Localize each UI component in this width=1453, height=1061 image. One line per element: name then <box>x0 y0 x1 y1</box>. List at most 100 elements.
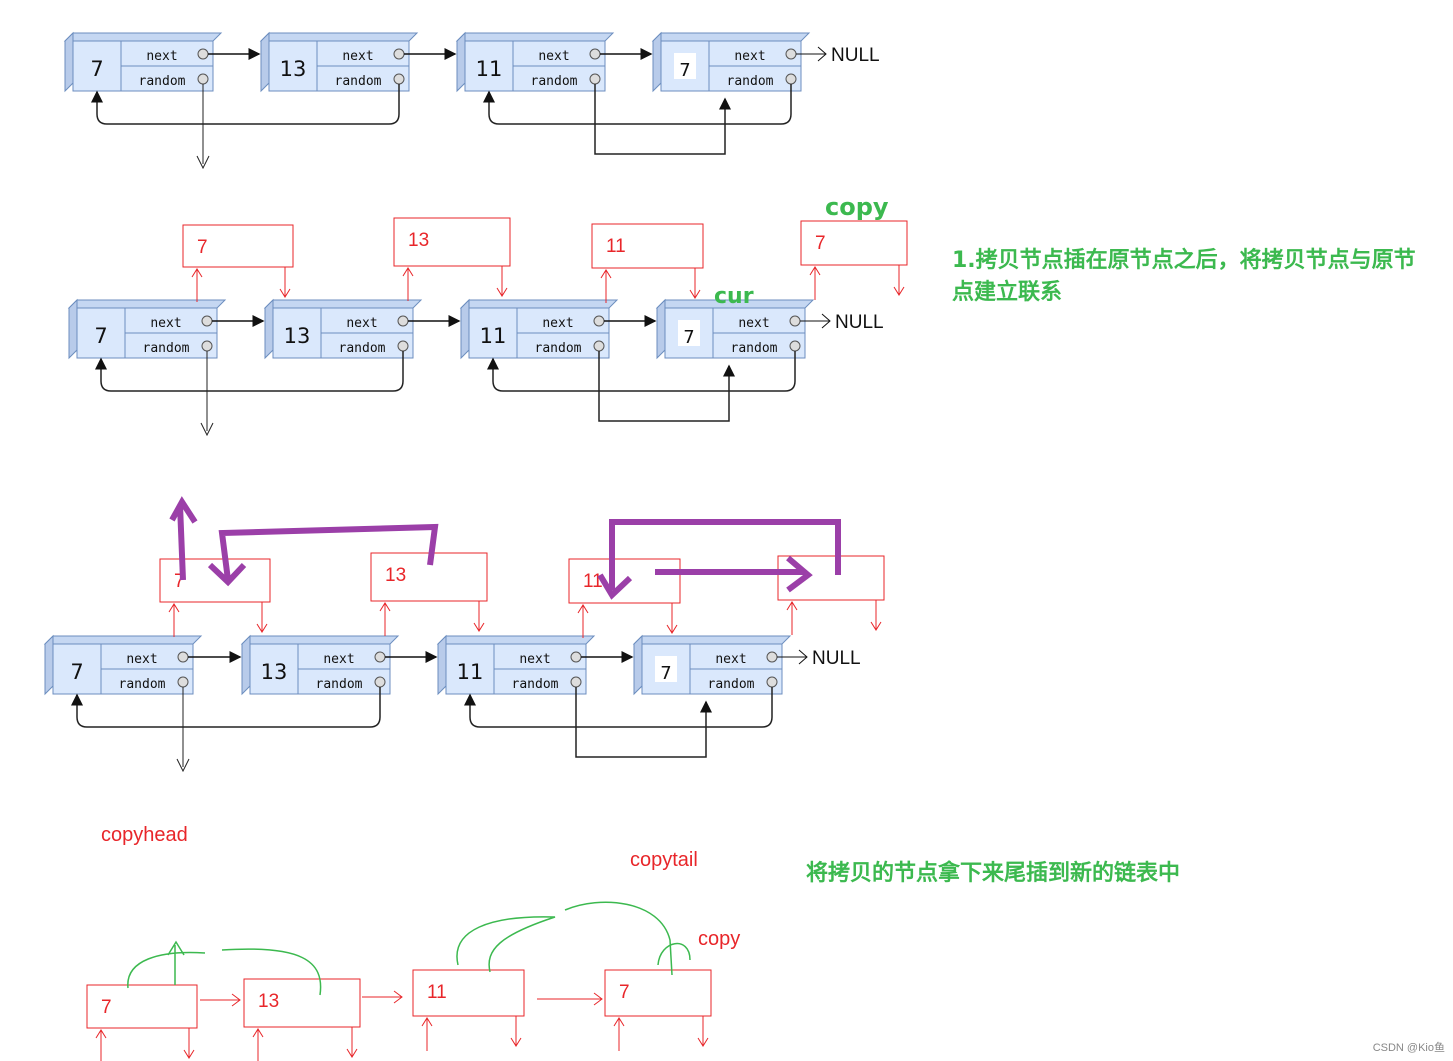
copy-next-arrow <box>362 990 403 1004</box>
node-top <box>459 299 619 309</box>
copy-node-value: 11 <box>583 571 603 592</box>
copy-link-arrows <box>786 600 882 635</box>
copy-link-arrows <box>402 266 508 301</box>
node-value: 13 <box>284 324 311 348</box>
next-label: next <box>519 652 550 667</box>
next-label: next <box>323 652 354 667</box>
random-label: random <box>335 74 382 89</box>
node-top <box>436 635 596 645</box>
node-top <box>651 32 811 42</box>
null-label: NULL <box>831 45 880 66</box>
node-side <box>652 31 662 93</box>
node-side <box>260 31 270 93</box>
random-null-arrow <box>176 687 190 773</box>
random-label: random <box>119 677 166 692</box>
node-top <box>43 635 203 645</box>
node-top <box>263 299 423 309</box>
next-pointer-dot <box>589 48 601 60</box>
random-pointer-dot <box>374 676 386 688</box>
random-arrow-11-to-7 <box>594 84 731 155</box>
copy-link-arrows <box>600 268 701 303</box>
copy-node-value: 13 <box>258 991 279 1012</box>
node-value: 7 <box>683 327 694 348</box>
random-pointer-dot <box>589 73 601 85</box>
next-pointer-dot <box>570 651 582 663</box>
node-top <box>67 299 227 309</box>
random-pointer-dot <box>197 73 209 85</box>
random-label: random <box>139 74 186 89</box>
next-pointer-dot <box>593 315 605 327</box>
random-label: random <box>727 74 774 89</box>
node-value: 7 <box>70 660 83 684</box>
node-value: 7 <box>94 324 107 348</box>
linked-list-diagram: 7 next random 13 next random 11 next random 7 next… <box>43 31 908 1061</box>
random-pointer-dot <box>570 676 582 688</box>
copyhead-label: copyhead <box>101 824 188 846</box>
watermark: CSDN @Kio鱼 <box>1372 1042 1445 1054</box>
next-pointer-dot <box>177 651 189 663</box>
random-label: random <box>143 341 190 356</box>
node-value: 11 <box>457 660 484 684</box>
random-label: random <box>535 341 582 356</box>
copy-link-arrows <box>577 603 678 638</box>
next-pointer-dot <box>393 48 405 60</box>
copy-node-value: 7 <box>815 233 826 254</box>
copy-node-value: 11 <box>606 236 626 257</box>
node-top <box>259 32 419 42</box>
next-pointer-dot <box>397 315 409 327</box>
random-pointer-dot <box>789 340 801 352</box>
random-label: random <box>512 677 559 692</box>
next-pointer-dot <box>766 651 778 663</box>
copy-link-arrows <box>421 1016 522 1051</box>
null-label: NULL <box>835 312 884 333</box>
random-arrow-11-to-7 <box>575 687 712 758</box>
copy-next-arrow <box>537 992 603 1006</box>
node-side <box>460 298 470 360</box>
copy-label-bottom: copy <box>698 928 741 950</box>
copy-node-value: 7 <box>197 237 208 258</box>
next-label: next <box>715 652 746 667</box>
node-value: 11 <box>476 57 503 81</box>
green-relink-strokes <box>127 901 691 996</box>
copy-link-arrows <box>252 1027 358 1061</box>
random-null-arrow <box>200 351 214 437</box>
random-pointer-dot <box>393 73 405 85</box>
random-pointer-dot <box>766 676 778 688</box>
step1-annotation: 1.拷贝节点插在原节点之后，将拷贝节点与原节点建立联系 <box>952 248 1416 305</box>
copy-link-arrows <box>613 1016 709 1051</box>
step2-annotation: 将拷贝的节点拿下来尾插到新的链表中 <box>806 861 1181 886</box>
node-top <box>455 32 615 42</box>
node-side <box>656 298 666 360</box>
next-label: next <box>342 49 373 64</box>
copy-node-value: 7 <box>619 982 630 1003</box>
node-side <box>633 634 643 696</box>
node-side <box>437 634 447 696</box>
next-pointer-dot <box>789 315 801 327</box>
node-value: 11 <box>480 324 507 348</box>
copy-link-arrows <box>379 601 485 636</box>
node-side <box>241 634 251 696</box>
node-value: 13 <box>280 57 307 81</box>
node-side <box>44 634 54 696</box>
node-side <box>64 31 74 93</box>
next-label: next <box>734 49 765 64</box>
copy-node-value: 11 <box>427 982 447 1003</box>
random-label: random <box>731 341 778 356</box>
null-label: NULL <box>812 648 861 669</box>
random-label: random <box>339 341 386 356</box>
next-pointer-dot <box>197 48 209 60</box>
copy-link-arrows <box>95 1028 195 1061</box>
copy-link-arrows <box>191 267 291 302</box>
copy-link-arrows <box>809 265 905 300</box>
copy-next-arrow <box>200 993 241 1007</box>
node-top <box>63 32 223 42</box>
node-value: 7 <box>679 60 690 81</box>
copy-node-value: 13 <box>385 565 406 586</box>
copy-node-value: 7 <box>101 997 112 1018</box>
node-side <box>264 298 274 360</box>
next-pointer-dot <box>785 48 797 60</box>
next-label: next <box>738 316 769 331</box>
random-label: random <box>708 677 755 692</box>
cur-label: cur <box>714 284 754 309</box>
next-label: next <box>146 49 177 64</box>
